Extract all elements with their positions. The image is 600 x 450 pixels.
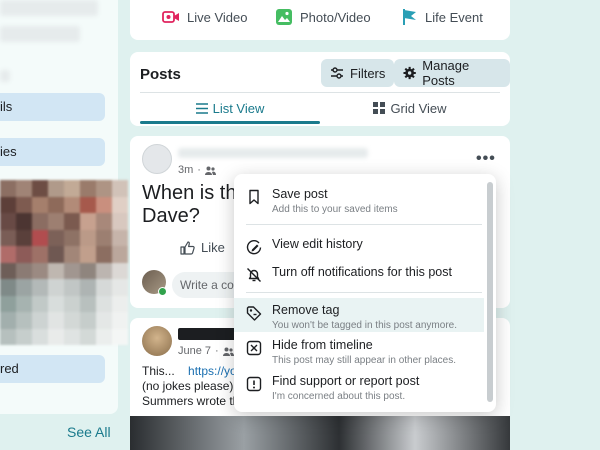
sidebar-item-label: red: [0, 361, 19, 376]
posts-title: Posts: [140, 66, 181, 83]
sidebar-item[interactable]: ils: [0, 93, 105, 121]
gear-icon: [403, 66, 416, 80]
live-video-label: Live Video: [187, 9, 248, 25]
menu-item-title: Find support or report post: [272, 374, 420, 388]
photo-video-button[interactable]: Photo/Video: [275, 7, 371, 27]
close-box-icon: [246, 340, 262, 356]
post-options-menu: Save post Add this to your saved items V…: [234, 174, 496, 412]
post-text-segment: This...: [142, 364, 175, 378]
post-meta: 3m ·: [178, 164, 216, 176]
filters-button[interactable]: Filters: [321, 59, 395, 87]
author-name[interactable]: [178, 328, 238, 340]
post-time[interactable]: 3m: [178, 164, 193, 176]
blurred-text: [0, 0, 98, 16]
more-options-icon[interactable]: •••: [476, 150, 496, 168]
menu-item-title: View edit history: [272, 237, 363, 251]
sidebar-item[interactable]: red: [0, 355, 105, 383]
sliders-icon: [331, 67, 343, 79]
tag-remove-icon: [246, 306, 262, 321]
turn-off-notifications-item[interactable]: Turn off notifications for this post: [234, 264, 484, 283]
see-all-link[interactable]: See All: [67, 424, 111, 440]
thumbs-up-icon: [180, 240, 195, 255]
save-post-item[interactable]: Save post Add this to your saved items: [234, 186, 484, 217]
active-tab-indicator: [140, 121, 320, 124]
grid-view-label: Grid View: [390, 100, 447, 116]
menu-divider: [246, 292, 482, 293]
sidebar-item-label: ies: [0, 144, 17, 159]
friends-icon: [222, 347, 234, 356]
list-view-label: List View: [212, 100, 265, 116]
bell-off-icon: [247, 268, 261, 282]
menu-scrollbar[interactable]: [487, 182, 493, 402]
view-edit-history-item[interactable]: View edit history: [234, 236, 484, 255]
remove-tag-item[interactable]: Remove tag You won't be tagged in this p…: [234, 298, 484, 332]
post-text-line: When is the: [142, 182, 248, 204]
manage-posts-label: Manage Posts: [422, 58, 470, 88]
post-link[interactable]: https://yo: [188, 364, 237, 378]
menu-item-subtitle: You won't be tagged in this post anymore…: [272, 320, 457, 331]
posts-header-card: Posts Filters Manage Posts List View Gri…: [130, 52, 510, 126]
create-post-actions: Live Video Photo/Video Life Event: [130, 0, 510, 40]
post-text: When is the Dave?: [142, 182, 248, 228]
life-event-button[interactable]: Life Event: [402, 7, 483, 27]
tab-list-view[interactable]: List View: [140, 94, 320, 122]
menu-divider: [246, 224, 482, 225]
online-status-dot: [158, 287, 167, 296]
menu-item-subtitle: Add this to your saved items: [272, 204, 398, 215]
menu-item-subtitle: This post may still appear in other plac…: [272, 355, 456, 366]
hide-from-timeline-item[interactable]: Hide from timeline This post may still a…: [234, 337, 484, 368]
filters-label: Filters: [350, 65, 386, 81]
flag-icon: [403, 9, 416, 25]
video-camera-icon: [162, 11, 179, 23]
bookmark-icon: [249, 189, 259, 205]
like-label: Like: [201, 240, 225, 255]
divider: [140, 92, 500, 93]
post-time[interactable]: June 7: [178, 345, 211, 357]
post-meta: June 7 ·: [178, 345, 234, 357]
list-icon: [195, 102, 208, 114]
photo-video-label: Photo/Video: [300, 9, 371, 25]
report-icon: [246, 376, 262, 392]
history-pencil-icon: [246, 239, 262, 255]
friends-icon: [204, 166, 216, 175]
post-text-line: Dave?: [142, 205, 200, 227]
avatar[interactable]: [142, 144, 172, 174]
menu-item-title: Hide from timeline: [272, 338, 373, 352]
tab-grid-view[interactable]: Grid View: [320, 94, 500, 122]
post-photo[interactable]: [130, 416, 510, 450]
menu-item-subtitle: I'm concerned about this post.: [272, 391, 406, 402]
report-post-item[interactable]: Find support or report post I'm concerne…: [234, 373, 484, 404]
menu-item-title: Remove tag: [272, 303, 340, 317]
blurred-text: [0, 70, 10, 82]
photo-icon: [276, 9, 292, 25]
menu-item-title: Turn off notifications for this post: [272, 265, 452, 279]
blurred-text: [0, 26, 80, 42]
manage-posts-button[interactable]: Manage Posts: [394, 58, 510, 88]
blurred-author-name: [178, 148, 368, 158]
avatar[interactable]: [142, 326, 172, 356]
menu-item-title: Save post: [272, 187, 328, 201]
life-event-label: Life Event: [425, 9, 483, 25]
sidebar-item-label: ils: [0, 99, 13, 114]
grid-icon: [373, 102, 386, 114]
sidebar-item[interactable]: ies: [0, 138, 105, 166]
live-video-button[interactable]: Live Video: [162, 7, 247, 27]
blurred-photo: [0, 180, 128, 345]
like-button[interactable]: Like: [180, 240, 225, 255]
